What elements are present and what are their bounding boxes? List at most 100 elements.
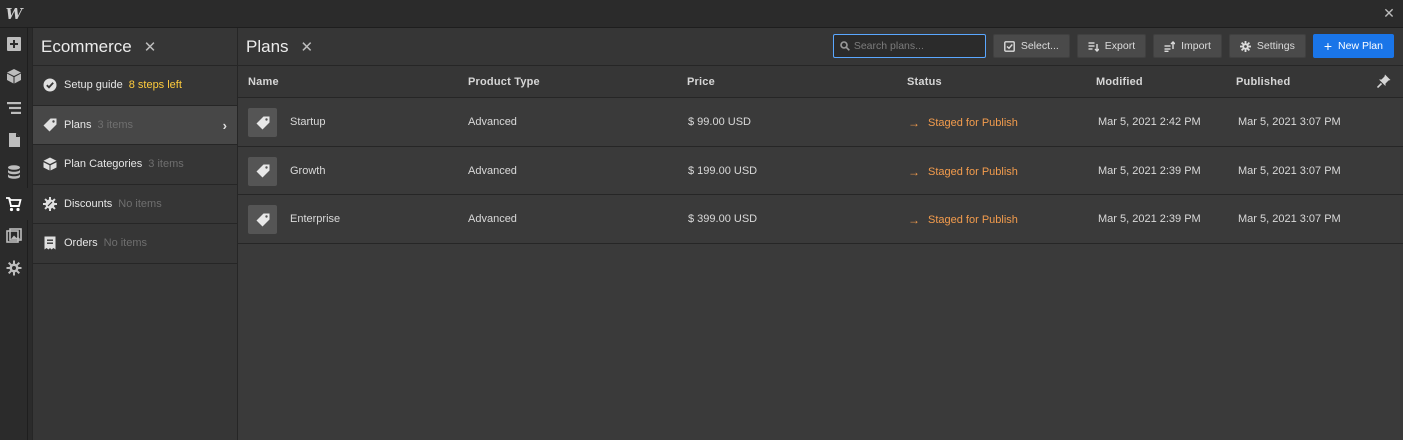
panel-item-discounts[interactable]: Discounts No items — [33, 185, 237, 224]
import-icon — [1164, 40, 1176, 52]
column-header-published[interactable]: Published — [1236, 76, 1290, 88]
search-input[interactable] — [853, 40, 979, 52]
cell-product-type: Advanced — [468, 164, 517, 177]
export-button[interactable]: Export — [1076, 34, 1147, 58]
gear-icon — [1239, 40, 1251, 52]
status-text: Staged for Publish — [928, 165, 1018, 178]
import-button[interactable]: Import — [1153, 34, 1222, 58]
cell-price: $ 99.00 USD — [688, 116, 751, 128]
panel-item-count: 3 items — [97, 118, 133, 131]
chevron-right-icon: › — [222, 117, 227, 133]
check-circle-icon — [43, 78, 57, 92]
arrow-right-icon: → — [908, 213, 920, 227]
add-icon[interactable] — [0, 28, 28, 60]
column-header-name[interactable]: Name — [248, 76, 279, 88]
page-title: Plans — [246, 36, 289, 56]
box-icon[interactable] — [0, 60, 28, 92]
assets-icon[interactable] — [0, 220, 28, 252]
cell-product-type: Advanced — [468, 116, 517, 128]
plan-thumbnail — [248, 156, 277, 186]
arrow-right-icon: → — [908, 164, 920, 179]
export-icon — [1088, 41, 1099, 52]
select-button-label: Select... — [1020, 40, 1059, 52]
cell-name: Growth — [290, 164, 326, 177]
panel-header: Ecommerce ✕ — [33, 28, 237, 66]
cell-name: Startup — [290, 116, 326, 128]
settings-button[interactable]: Settings — [1228, 34, 1306, 58]
panel-item-label: Plans — [64, 118, 92, 131]
panel-item-orders[interactable]: Orders No items — [33, 224, 237, 264]
settings-button-label: Settings — [1256, 40, 1295, 52]
close-icon[interactable]: ✕ — [1381, 5, 1397, 21]
panel-item-count: No items — [118, 197, 162, 210]
cell-price: $ 399.00 USD — [688, 213, 758, 225]
panel-item-setup-guide[interactable]: Setup guide 8 steps left — [33, 66, 237, 106]
table-header: Name Product Type Price Status Modified … — [238, 66, 1403, 98]
settings-gear-icon[interactable] — [0, 252, 28, 284]
arrow-right-icon: → — [908, 116, 920, 130]
plans-main: Plans ✕ Select... Export Import Settings — [238, 28, 1403, 440]
panel-item-count: No items — [103, 237, 148, 250]
cell-modified: Mar 5, 2021 2:39 PM — [1098, 164, 1201, 177]
cms-icon[interactable] — [0, 156, 28, 188]
tag-icon — [256, 164, 269, 178]
main-header: Plans ✕ Select... Export Import Settings — [238, 28, 1403, 66]
panel-item-count: 3 items — [148, 158, 184, 171]
status-text: Staged for Publish — [928, 214, 1018, 226]
panel-item-plan-categories[interactable]: Plan Categories 3 items — [33, 145, 237, 185]
panel-item-label: Plan Categories — [64, 158, 143, 171]
cell-status: → Staged for Publish — [908, 213, 1018, 227]
search-icon — [840, 41, 850, 51]
import-button-label: Import — [1181, 40, 1211, 52]
webflow-logo[interactable]: W — [0, 0, 28, 28]
tag-icon — [43, 118, 57, 132]
search-box[interactable] — [832, 34, 986, 58]
plus-icon: + — [1323, 38, 1333, 54]
panel-item-plans[interactable]: Plans 3 items › — [33, 105, 237, 145]
cell-published: Mar 5, 2021 3:07 PM — [1238, 213, 1341, 225]
discount-badge-icon — [43, 196, 57, 211]
cell-product-type: Advanced — [468, 213, 517, 225]
cell-modified: Mar 5, 2021 2:42 PM — [1098, 116, 1201, 128]
panel-item-label: Setup guide — [64, 79, 123, 92]
close-icon[interactable]: ✕ — [301, 38, 314, 56]
pin-icon[interactable] — [1376, 74, 1391, 91]
ecommerce-panel: Ecommerce ✕ Setup guide 8 steps left Pla… — [32, 28, 238, 440]
panel-item-count: 8 steps left — [128, 79, 182, 92]
plan-thumbnail — [248, 205, 277, 234]
categories-icon — [43, 157, 57, 171]
cell-status: → Staged for Publish — [908, 165, 1018, 179]
cell-published: Mar 5, 2021 3:07 PM — [1238, 116, 1341, 128]
column-header-product-type[interactable]: Product Type — [468, 76, 540, 88]
plan-thumbnail — [248, 108, 277, 137]
panel-title: Ecommerce — [41, 36, 132, 56]
ecommerce-cart-icon[interactable] — [0, 188, 28, 220]
table-row[interactable]: Startup Advanced $ 99.00 USD → Staged for… — [238, 98, 1403, 147]
cell-price: $ 199.00 USD — [688, 164, 758, 177]
table-row[interactable]: Growth Advanced $ 199.00 USD → Staged for… — [238, 146, 1403, 195]
column-header-modified[interactable]: Modified — [1096, 76, 1143, 88]
cell-name: Enterprise — [290, 213, 341, 225]
navigator-icon[interactable] — [0, 92, 28, 124]
column-header-status[interactable]: Status — [907, 76, 942, 88]
receipt-icon — [43, 236, 57, 250]
new-plan-button[interactable]: + New Plan — [1312, 34, 1394, 58]
tag-icon — [256, 116, 269, 129]
left-rail — [0, 28, 28, 440]
toolbar: Select... Export Import Settings + New P… — [832, 34, 1394, 58]
panel-item-label: Discounts — [64, 197, 113, 210]
panel-item-label: Orders — [64, 237, 98, 250]
top-bar: W ✕ — [0, 0, 1403, 28]
close-icon[interactable]: ✕ — [144, 38, 157, 56]
pages-icon[interactable] — [0, 124, 28, 156]
cell-status: → Staged for Publish — [908, 116, 1018, 130]
table-row[interactable]: Enterprise Advanced $ 399.00 USD → Staged… — [238, 195, 1403, 244]
checkbox-icon — [1003, 40, 1015, 52]
status-text: Staged for Publish — [928, 117, 1018, 129]
column-header-price[interactable]: Price — [687, 76, 715, 88]
select-button[interactable]: Select... — [992, 34, 1070, 58]
cell-modified: Mar 5, 2021 2:39 PM — [1098, 213, 1201, 225]
new-plan-button-label: New Plan — [1338, 40, 1383, 52]
export-button-label: Export — [1104, 40, 1136, 52]
tag-icon — [256, 213, 269, 226]
